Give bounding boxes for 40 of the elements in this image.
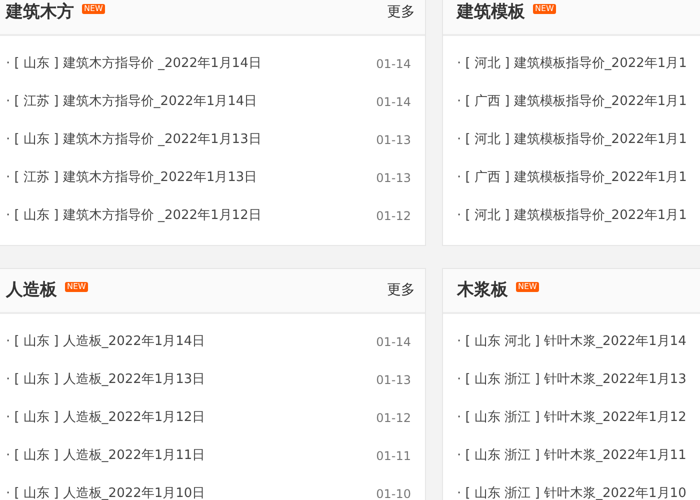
article-date: 01-13 xyxy=(376,372,411,389)
panel-title: 木浆板 xyxy=(457,278,508,302)
new-badge: NEW xyxy=(516,282,539,292)
article-link[interactable]: · [ 山东 浙江 ] 针叶木浆_2022年1月11 xyxy=(457,446,686,466)
article-link[interactable]: · [ 广西 ] 建筑模板指导价_2022年1月1 xyxy=(457,168,687,188)
article-link[interactable]: · [ 江苏 ] 建筑木方指导价_2022年1月13日 xyxy=(6,168,258,188)
panel-title: 人造板 xyxy=(6,278,57,302)
article-date: 01-13 xyxy=(376,132,411,149)
article-link[interactable]: · [ 山东 浙江 ] 针叶木浆_2022年1月10 xyxy=(457,484,686,500)
article-link[interactable]: · [ 山东 浙江 ] 针叶木浆_2022年1月12 xyxy=(457,408,686,428)
new-badge: NEW xyxy=(65,282,88,292)
panel-title: 建筑木方 xyxy=(6,0,74,24)
article-link[interactable]: · [ 山东 ] 建筑木方指导价 _2022年1月12日 xyxy=(6,206,262,226)
article-link[interactable]: · [ 河北 ] 建筑模板指导价_2022年1月1 xyxy=(457,54,687,74)
article-link[interactable]: · [ 山东 河北 ] 针叶木浆_2022年1月14 xyxy=(457,332,686,352)
article-link[interactable]: · [ 山东 ] 建筑木方指导价 _2022年1月14日 xyxy=(6,54,262,74)
new-badge: NEW xyxy=(82,4,105,14)
article-date: 01-14 xyxy=(376,56,411,73)
article-date: 01-12 xyxy=(376,208,411,225)
article-date: 01-13 xyxy=(376,170,411,187)
article-link[interactable]: · [ 山东 ] 人造板_2022年1月11日 xyxy=(6,446,206,466)
article-date: 01-11 xyxy=(376,448,411,465)
new-badge: NEW xyxy=(533,4,556,14)
article-date: 01-10 xyxy=(376,486,411,500)
article-link[interactable]: · [ 山东 ] 建筑木方指导价 _2022年1月13日 xyxy=(6,130,262,150)
more-link[interactable]: 更多 xyxy=(387,2,415,23)
article-link[interactable]: · [ 河北 ] 建筑模板指导价_2022年1月1 xyxy=(457,206,687,226)
more-link[interactable]: 更多 xyxy=(387,280,415,301)
article-link[interactable]: · [ 山东 浙江 ] 针叶木浆_2022年1月13 xyxy=(457,370,686,390)
article-date: 01-14 xyxy=(376,94,411,111)
article-link[interactable]: · [ 广西 ] 建筑模板指导价_2022年1月1 xyxy=(457,92,687,112)
panel-title: 建筑模板 xyxy=(457,0,525,24)
article-link[interactable]: · [ 山东 ] 人造板_2022年1月13日 xyxy=(6,370,206,390)
article-link[interactable]: · [ 山东 ] 人造板_2022年1月12日 xyxy=(6,408,206,428)
article-date: 01-14 xyxy=(376,334,411,351)
article-link[interactable]: · [ 山东 ] 人造板_2022年1月14日 xyxy=(6,332,206,352)
article-link[interactable]: · [ 山东 ] 人造板_2022年1月10日 xyxy=(6,484,206,500)
article-link[interactable]: · [ 河北 ] 建筑模板指导价_2022年1月1 xyxy=(457,130,687,150)
article-date: 01-12 xyxy=(376,410,411,427)
article-link[interactable]: · [ 江苏 ] 建筑木方指导价_2022年1月14日 xyxy=(6,92,258,112)
